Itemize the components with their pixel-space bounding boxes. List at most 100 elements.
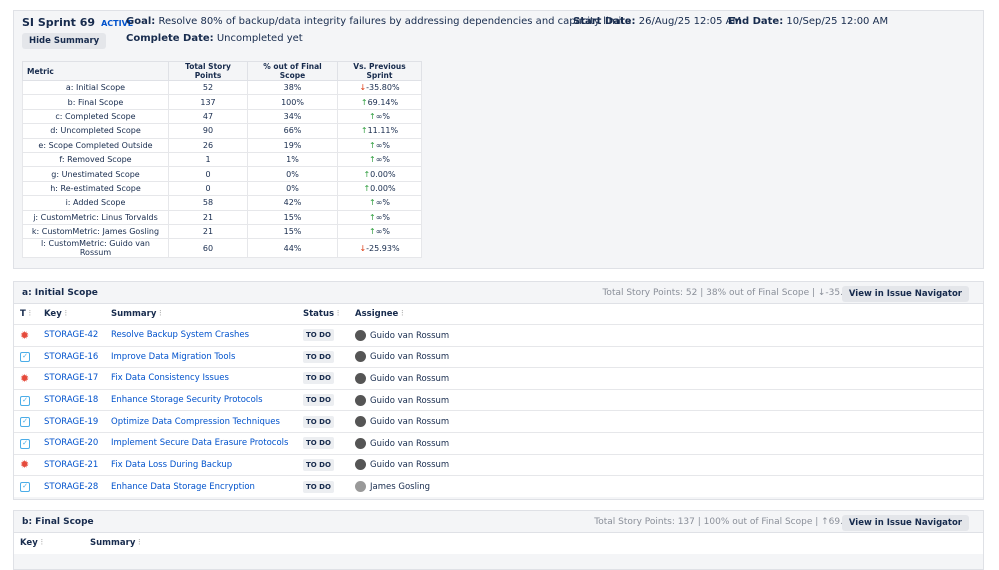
issue-key-link[interactable]: STORAGE-17	[44, 373, 98, 383]
issue-row[interactable]: ✓ STORAGE-16 Improve Data Migration Tools T…	[14, 345, 983, 368]
issue-row[interactable]: ✓ STORAGE-19 Optimize Data Compression Tec…	[14, 410, 983, 433]
goal-label: Goal:	[126, 16, 156, 27]
change-value: 11.11%	[367, 126, 399, 136]
change-value: 0.00%	[370, 169, 396, 179]
column-assignee[interactable]: Assignee ⁝	[349, 303, 983, 325]
change-value: ∞%	[375, 140, 390, 150]
issue-summary-link[interactable]: Enhance Data Storage Encryption	[111, 482, 255, 492]
metric-points: 1	[168, 151, 248, 168]
metric-percent: 19%	[247, 137, 338, 153]
issue-summary-link[interactable]: Fix Data Loss During Backup	[111, 460, 232, 470]
change-value: -25.93%	[366, 243, 400, 253]
section-initial-scope: a: Initial Scope Total Story Points: 52 …	[13, 281, 984, 500]
assignee-name: Guido van Rossum	[370, 460, 450, 471]
start-label: Start Date:	[573, 16, 636, 27]
end-label: End Date:	[728, 16, 784, 27]
issue-row[interactable]: ✓ STORAGE-18 Enhance Storage Security Prot…	[14, 388, 983, 411]
issue-summary-link[interactable]: Implement Secure Data Erasure Protocols	[111, 438, 288, 448]
issue-key-link[interactable]: STORAGE-21	[44, 460, 98, 470]
issue-key-link[interactable]: STORAGE-16	[44, 352, 98, 362]
issue-summary-link[interactable]: Enhance Storage Security Protocols	[111, 395, 263, 405]
issue-summary-link[interactable]: Improve Data Migration Tools	[111, 352, 235, 362]
issue-key-link[interactable]: STORAGE-18	[44, 395, 98, 405]
metric-points: 60	[168, 238, 248, 259]
metric-row: l: CustomMetric: Guido van Rossum 60 44% ↓-…	[22, 238, 422, 259]
metric-percent: 15%	[247, 209, 338, 225]
metric-percent: 42%	[247, 195, 338, 211]
status-badge: TO DO	[303, 372, 334, 385]
start-value: 26/Aug/25 12:05 AM	[638, 16, 742, 27]
arrow-up-icon: ↑	[369, 140, 376, 150]
metric-points: 0	[168, 166, 248, 182]
view-in-issue-navigator-button[interactable]: View in Issue Navigator	[841, 286, 969, 302]
section-header: a: Initial Scope Total Story Points: 52 …	[14, 282, 983, 303]
issue-key-link[interactable]: STORAGE-20	[44, 438, 98, 448]
metric-points: 47	[168, 108, 248, 125]
metric-name: k: CustomMetric: James Gosling	[22, 223, 169, 240]
metric-name: g: Unestimated Scope	[22, 166, 169, 182]
metric-percent: 34%	[247, 108, 338, 125]
end-value: 10/Sep/25 12:00 AM	[786, 16, 889, 27]
sprint-title: SI Sprint 69 ACTIVE	[22, 16, 133, 29]
metric-vs-previous: ↑∞%	[337, 108, 422, 125]
issue-row[interactable]: ✹ STORAGE-17 Fix Data Consistency Issues TO…	[14, 367, 983, 390]
status-badge: TO DO	[303, 458, 334, 471]
issue-key-link[interactable]: STORAGE-28	[44, 482, 98, 492]
percent-header: % out of Final Scope	[247, 61, 338, 81]
issue-summary-link[interactable]: Resolve Backup System Crashes	[111, 330, 249, 340]
metric-percent: 0%	[247, 166, 338, 182]
metric-vs-previous: ↑11.11%	[337, 123, 422, 139]
metric-row: j: CustomMetric: Linus Torvalds 21 15% ↑∞%	[22, 209, 422, 225]
metric-points: 21	[168, 209, 248, 225]
section-title: b: Final Scope	[22, 517, 94, 527]
view-in-issue-navigator-button[interactable]: View in Issue Navigator	[841, 515, 969, 531]
issue-row[interactable]: ✹ STORAGE-42 Resolve Backup System Crashes…	[14, 324, 983, 347]
issue-row[interactable]: ✹ STORAGE-21 Fix Data Loss During Backup TO…	[14, 453, 983, 476]
metric-vs-previous: ↑0.00%	[337, 166, 422, 182]
section-stats: Total Story Points: 52 | 38% out of Fina…	[602, 288, 863, 298]
column-status[interactable]: Status ⁝	[297, 303, 349, 325]
column-summary[interactable]: Summary ⁝	[84, 532, 983, 554]
metric-points: 90	[168, 123, 248, 139]
task-icon: ✓	[20, 417, 30, 428]
task-icon: ✓	[20, 395, 30, 406]
issue-row[interactable]: ✓ STORAGE-28 Enhance Data Storage Encrypti…	[14, 475, 983, 498]
metric-row: i: Added Scope 58 42% ↑∞%	[22, 195, 422, 211]
metric-name: e: Scope Completed Outside	[22, 137, 169, 153]
issue-summary-link[interactable]: Fix Data Consistency Issues	[111, 373, 229, 383]
metric-points: 26	[168, 137, 248, 153]
change-value: 0.00%	[370, 183, 396, 193]
issues-table: Key ⁝ Summary ⁝	[14, 532, 983, 554]
assignee-name: Guido van Rossum	[370, 438, 450, 449]
assignee-name: James Gosling	[370, 482, 431, 493]
change-value: ∞%	[375, 155, 390, 165]
assignee-name: Guido van Rossum	[370, 330, 450, 341]
column-summary[interactable]: Summary ⁝	[105, 303, 297, 325]
change-value: ∞%	[375, 227, 390, 237]
metric-vs-previous: ↓-25.93%	[337, 238, 422, 259]
arrow-up-icon: ↑	[369, 212, 376, 222]
metric-header: Metric	[22, 61, 169, 81]
bug-icon: ✹	[20, 371, 30, 385]
metric-points: 137	[168, 94, 248, 110]
issues-table: T ⁝ Key ⁝ Summary ⁝ Status ⁝ Assignee ⁝ …	[14, 303, 983, 498]
metric-percent: 0%	[247, 180, 338, 197]
assignee-name: Guido van Rossum	[370, 352, 450, 363]
column-key[interactable]: Key ⁝	[38, 303, 105, 325]
complete-date: Complete Date: Uncompleted yet	[126, 33, 303, 44]
column-type[interactable]: T ⁝	[14, 303, 38, 325]
complete-label: Complete Date:	[126, 33, 214, 44]
metric-vs-previous: ↓-35.80%	[337, 79, 422, 96]
points-header: Total Story Points	[168, 61, 248, 81]
issue-summary-link[interactable]: Optimize Data Compression Techniques	[111, 417, 280, 427]
hide-summary-button[interactable]: Hide Summary	[22, 33, 107, 49]
issue-row[interactable]: ✓ STORAGE-20 Implement Secure Data Erasure…	[14, 431, 983, 455]
issue-key-link[interactable]: STORAGE-19	[44, 417, 98, 427]
column-key[interactable]: Key ⁝	[14, 532, 84, 554]
arrow-up-icon: ↑	[360, 97, 368, 107]
arrow-up-icon: ↑	[369, 155, 376, 165]
metric-name: a: Initial Scope	[22, 79, 169, 96]
issue-key-link[interactable]: STORAGE-42	[44, 330, 98, 340]
start-date: Start Date: 26/Aug/25 12:05 AM	[573, 16, 741, 27]
end-date: End Date: 10/Sep/25 12:00 AM	[728, 16, 888, 27]
